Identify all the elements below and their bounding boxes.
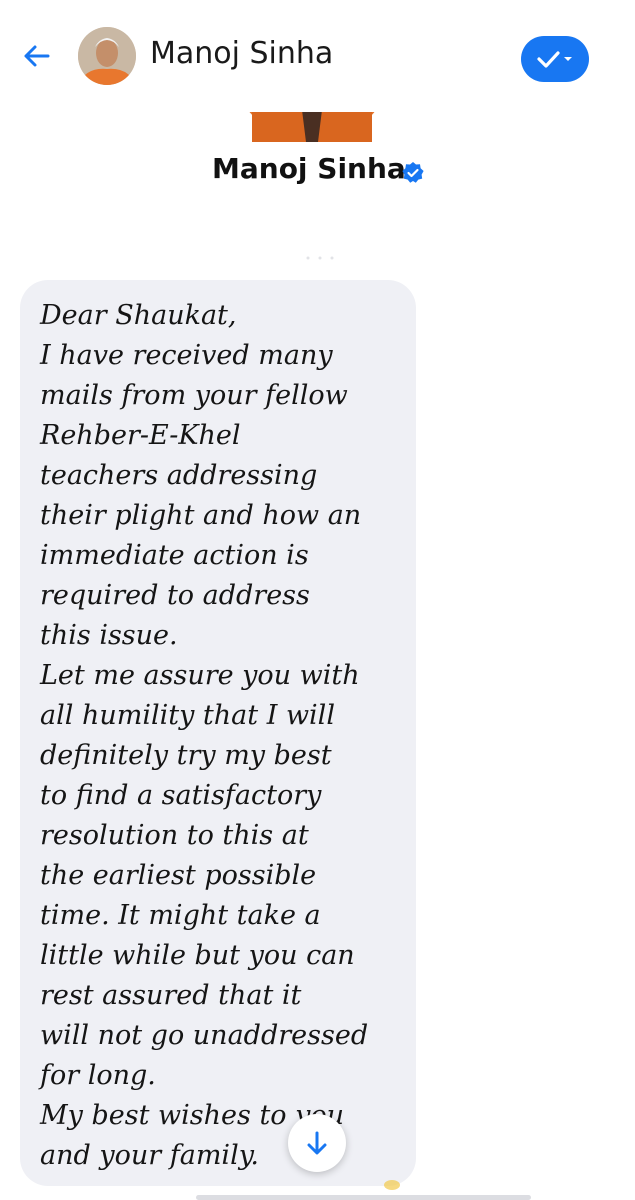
message-line: their plight and how an bbox=[40, 500, 362, 531]
message-text: Dear Shaukat, I have received many mails f… bbox=[40, 296, 412, 1176]
message-line: definitely try my best bbox=[40, 740, 332, 771]
message-line: Rehber-E-Khel bbox=[40, 420, 241, 451]
reaction-hint bbox=[384, 1180, 400, 1190]
message-line: for long. bbox=[40, 1060, 156, 1091]
message-line: required to address bbox=[40, 580, 310, 611]
profile-name: Manoj Sinha bbox=[212, 152, 406, 185]
message-line: I have received many bbox=[40, 340, 333, 371]
avatar-photo bbox=[78, 27, 136, 85]
message-line: immediate action is bbox=[40, 540, 309, 571]
scroll-down-button[interactable] bbox=[288, 1114, 346, 1172]
message-line: all humility that I will bbox=[40, 700, 335, 731]
typing-separator bbox=[306, 256, 334, 260]
back-button[interactable] bbox=[18, 38, 54, 74]
message-line: and your family. bbox=[40, 1140, 259, 1171]
message-line: Let me assure you with bbox=[40, 660, 360, 691]
message-line: this issue. bbox=[40, 620, 178, 651]
message-line: mails from your fellow bbox=[40, 380, 348, 411]
message-line: My best wishes to you bbox=[40, 1100, 345, 1131]
composer-edge bbox=[196, 1195, 531, 1200]
message-line: rest assured that it bbox=[40, 980, 302, 1011]
message-line: resolution to this at bbox=[40, 820, 309, 851]
arrow-down-icon bbox=[307, 1131, 327, 1155]
arrow-left-icon bbox=[24, 45, 50, 67]
message-line: teachers addressing bbox=[40, 460, 318, 491]
avatar[interactable] bbox=[78, 27, 136, 85]
check-menu-button[interactable] bbox=[521, 36, 589, 82]
message-line: little while but you can bbox=[40, 940, 355, 971]
message-line: the earliest possible bbox=[40, 860, 317, 891]
verified-badge-icon bbox=[401, 161, 425, 185]
message-line: will not go unaddressed bbox=[40, 1020, 369, 1051]
message-line: to find a satisfactory bbox=[40, 780, 322, 811]
message-line: Dear Shaukat, bbox=[40, 300, 237, 331]
chat-header: Manoj Sinha bbox=[0, 0, 635, 112]
check-chevron-icon bbox=[537, 51, 572, 68]
message-line: time. It might take a bbox=[40, 900, 321, 931]
contact-name[interactable]: Manoj Sinha bbox=[150, 36, 333, 71]
